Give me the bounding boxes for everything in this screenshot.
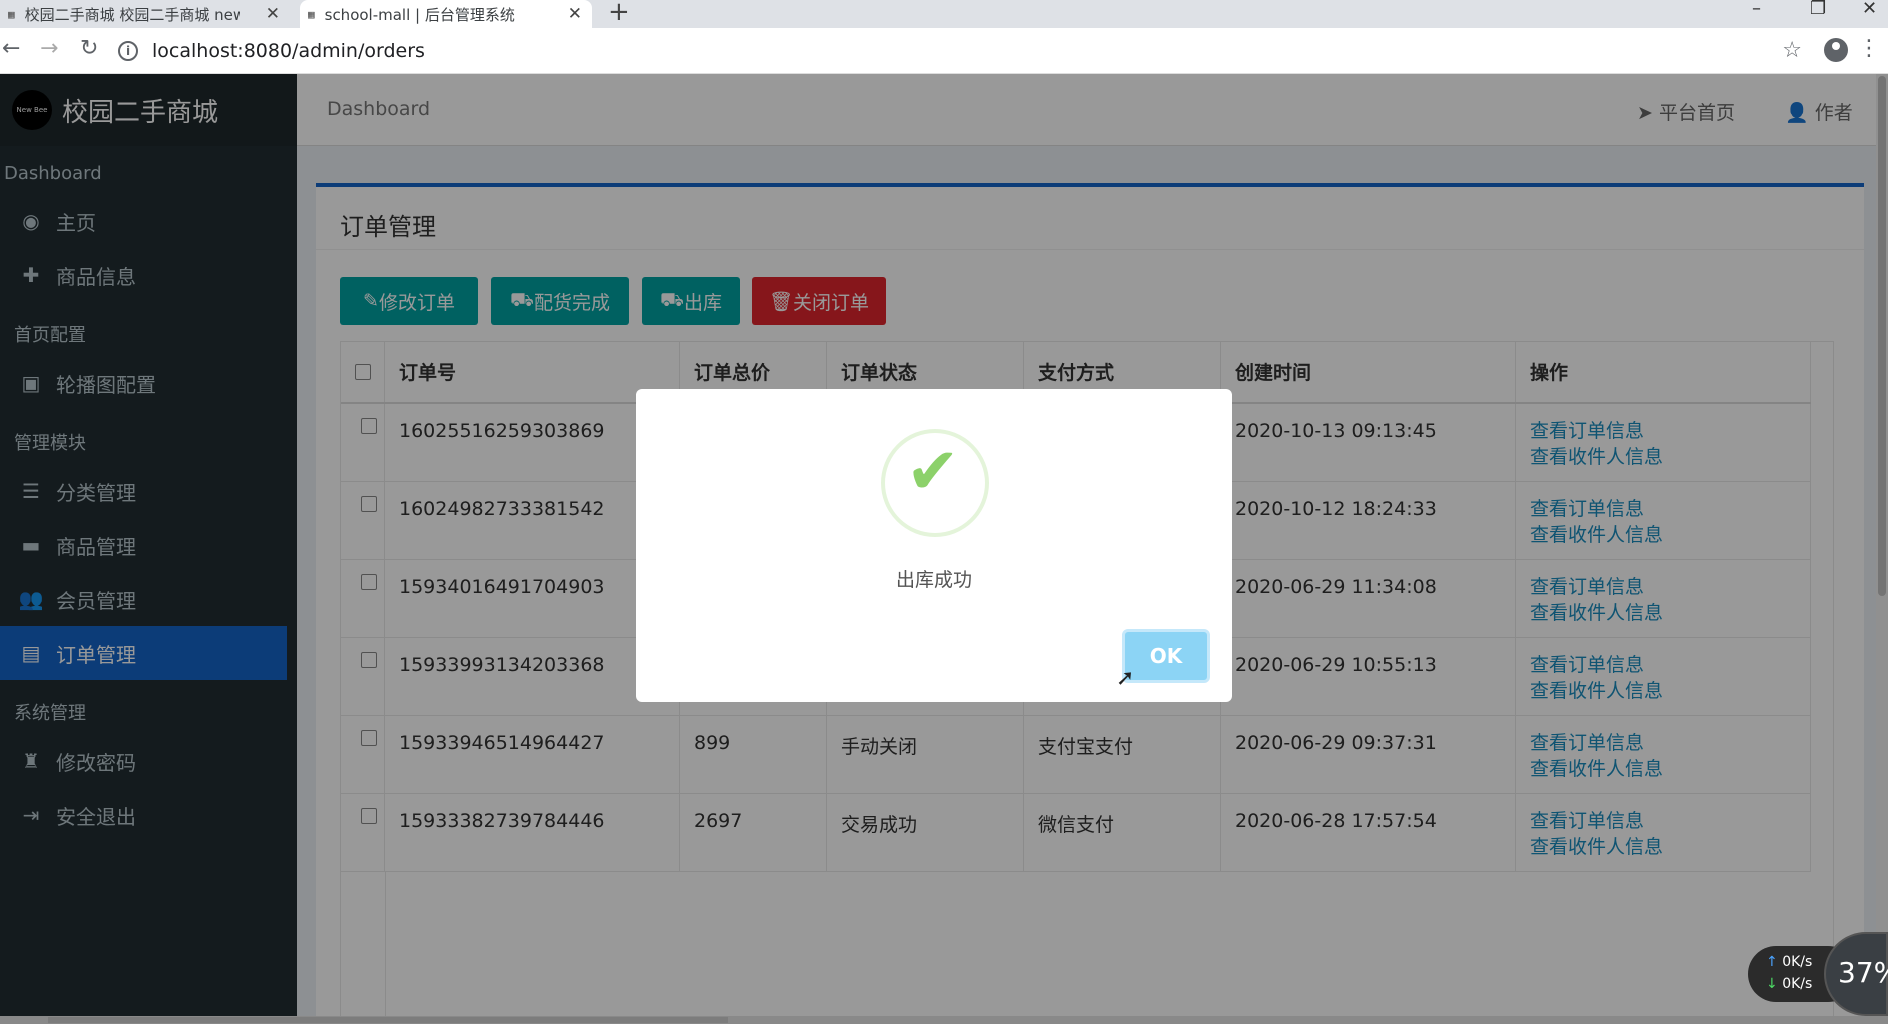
window-close-icon[interactable]: ✕ bbox=[1862, 0, 1877, 19]
cpu-gauge: 37% bbox=[1824, 932, 1888, 1016]
download-value: 0K/s bbox=[1782, 976, 1813, 992]
bookmark-star-icon[interactable]: ☆ bbox=[1782, 38, 1802, 63]
new-bee-icon: ▦ bbox=[308, 7, 315, 21]
account-icon[interactable] bbox=[1824, 38, 1848, 62]
reload-icon[interactable]: ↻ bbox=[80, 36, 98, 61]
info-icon[interactable]: i bbox=[118, 41, 138, 61]
net-speed-widget[interactable]: ↑ 0K/s ↓ 0K/s 37% bbox=[1748, 932, 1888, 1016]
tab-title: 校园二手商城 校园二手商城 new bbox=[24, 5, 240, 24]
download-speed: ↓ 0K/s bbox=[1766, 976, 1812, 992]
address-bar: ← → ↻ i localhost:8080/admin/orders ☆ ⋮ bbox=[0, 28, 1888, 74]
new-bee-icon: ▦ bbox=[8, 7, 15, 21]
success-dialog: ✔ 出库成功 OK bbox=[636, 389, 1232, 702]
forward-icon[interactable]: → bbox=[40, 36, 58, 61]
ok-button[interactable]: OK bbox=[1122, 629, 1210, 683]
checkmark-icon: ✔ bbox=[906, 435, 960, 509]
maximize-icon[interactable]: ❐ bbox=[1810, 0, 1826, 19]
close-icon[interactable]: ✕ bbox=[266, 4, 280, 24]
url-field[interactable]: i localhost:8080/admin/orders bbox=[118, 34, 1780, 68]
back-icon[interactable]: ← bbox=[2, 36, 20, 61]
browser-tab-shop[interactable]: ▦ 校园二手商城 校园二手商城 new ✕ bbox=[0, 0, 290, 28]
cpu-percent: 37% bbox=[1838, 956, 1888, 989]
arrow-up-icon: ↑ bbox=[1766, 954, 1783, 970]
minimize-icon[interactable]: – bbox=[1752, 0, 1761, 19]
browser-tab-bar: ▦ 校园二手商城 校园二手商城 new ✕ ▦ school-mall | 后台… bbox=[0, 0, 1888, 28]
dialog-message: 出库成功 bbox=[895, 569, 972, 591]
new-tab-icon[interactable]: + bbox=[608, 0, 630, 27]
browser-tab-admin[interactable]: ▦ school-mall | 后台管理系统 ✕ bbox=[300, 0, 592, 28]
menu-dots-icon[interactable]: ⋮ bbox=[1858, 36, 1880, 61]
url-text: localhost:8080/admin/orders bbox=[152, 40, 425, 62]
upload-value: 0K/s bbox=[1782, 954, 1813, 970]
upload-speed: ↑ 0K/s bbox=[1766, 954, 1812, 970]
tab-title: school-mall | 后台管理系统 bbox=[324, 5, 515, 24]
close-icon[interactable]: ✕ bbox=[568, 4, 582, 24]
mouse-cursor-icon: ➚ bbox=[1116, 666, 1135, 691]
arrow-down-icon: ↓ bbox=[1766, 976, 1783, 992]
